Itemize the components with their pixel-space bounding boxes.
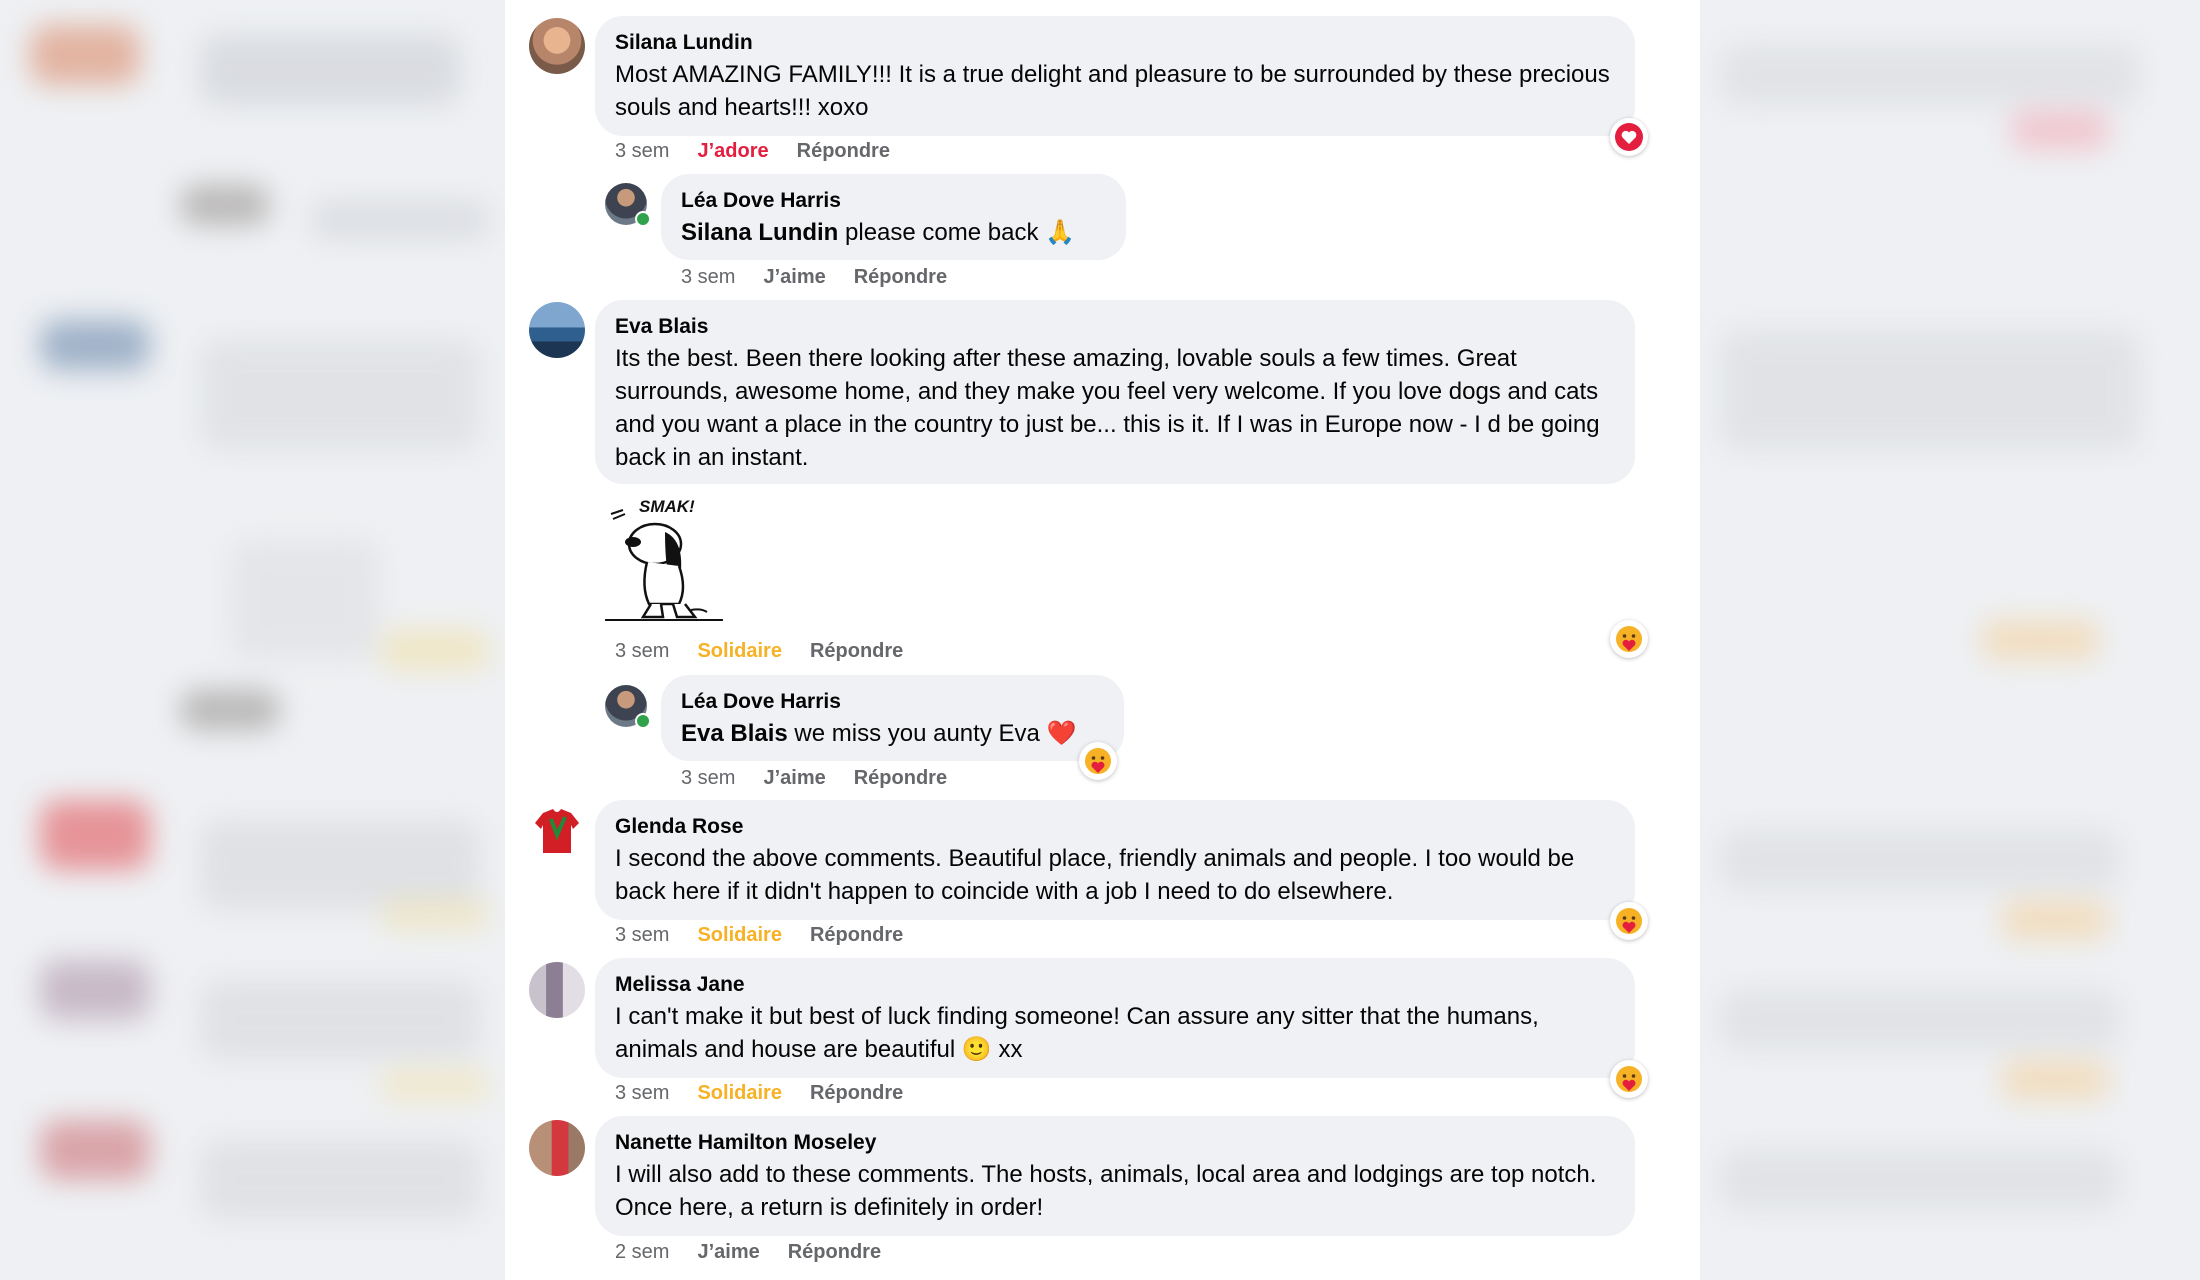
comments-panel: Silana Lundin Most AMAZING FAMILY!!! It … [505, 0, 1700, 1280]
reaction-button[interactable]: Solidaire [697, 923, 781, 947]
blurred-background-left [0, 0, 505, 1280]
timestamp: 3 sem [615, 640, 670, 662]
comment-bubble: Eva Blais Its the best. Been there looki… [595, 300, 1635, 484]
comment-bubble: Léa Dove Harris Silana Lundin please com… [661, 174, 1126, 260]
care-reaction-icon[interactable] [1610, 1060, 1648, 1098]
comment-meta: 3 sem J’aime Répondre [681, 766, 947, 790]
comment-text: I will also add to these comments. The h… [615, 1161, 1597, 1221]
comment-meta: 3 sem J’aime Répondre [681, 265, 947, 289]
mention-link[interactable]: Eva Blais [681, 720, 788, 747]
comment-author[interactable]: Léa Dove Harris [681, 689, 1104, 715]
avatar[interactable] [529, 18, 585, 74]
comment-author[interactable]: Nanette Hamilton Moseley [615, 1130, 1615, 1156]
comment-author[interactable]: Silana Lundin [615, 30, 1615, 56]
reaction-button[interactable]: Solidaire [697, 1081, 781, 1105]
care-reaction-icon[interactable] [1610, 620, 1648, 658]
sticker-caption: SMAK! [639, 497, 695, 516]
timestamp: 3 sem [681, 266, 736, 288]
comment-text: I second the above comments. Beautiful p… [615, 845, 1575, 905]
comment-bubble: Silana Lundin Most AMAZING FAMILY!!! It … [595, 16, 1635, 136]
comment-bubble: Glenda Rose I second the above comments.… [595, 800, 1635, 920]
comment-author[interactable]: Eva Blais [615, 314, 1615, 340]
comment-author[interactable]: Melissa Jane [615, 972, 1615, 998]
timestamp: 2 sem [615, 1241, 670, 1263]
timestamp: 3 sem [615, 1082, 670, 1104]
comment-meta: 3 sem Solidaire Répondre [615, 1081, 903, 1105]
online-status-icon [635, 211, 651, 227]
reply-button[interactable]: Répondre [788, 1240, 881, 1264]
comment-author[interactable]: Glenda Rose [615, 814, 1615, 840]
love-reaction-icon[interactable] [1610, 118, 1648, 156]
comment-author[interactable]: Léa Dove Harris [681, 188, 1106, 214]
like-button[interactable]: J’aime [697, 1240, 759, 1264]
reaction-button[interactable]: J’adore [697, 139, 768, 163]
reply-button[interactable]: Répondre [810, 923, 903, 947]
blurred-background-right [1700, 0, 2200, 1280]
comment-meta: 2 sem J’aime Répondre [615, 1240, 881, 1264]
like-button[interactable]: J’aime [763, 766, 825, 790]
comment-text: I can't make it but best of luck finding… [615, 1003, 1539, 1063]
reply-button[interactable]: Répondre [854, 766, 947, 790]
timestamp: 3 sem [615, 924, 670, 946]
mention-link[interactable]: Silana Lundin [681, 219, 838, 246]
comment-meta: 3 sem Solidaire Répondre [615, 923, 903, 947]
reply-button[interactable]: Répondre [797, 139, 890, 163]
comment-text-body: please come back 🙏 [838, 219, 1076, 246]
timestamp: 3 sem [681, 767, 736, 789]
comment-meta: 3 sem J’adore Répondre [615, 139, 890, 163]
reply-button[interactable]: Répondre [854, 265, 947, 289]
care-reaction-icon[interactable] [1610, 902, 1648, 940]
avatar[interactable] [529, 962, 585, 1018]
online-status-icon [635, 713, 651, 729]
care-reaction-icon[interactable] [1079, 742, 1117, 780]
comment-text: Most AMAZING FAMILY!!! It is a true deli… [615, 61, 1610, 121]
like-button[interactable]: J’aime [763, 265, 825, 289]
snoopy-sticker[interactable]: SMAK! [603, 492, 728, 627]
comment-text: Its the best. Been there looking after t… [615, 345, 1600, 471]
avatar[interactable] [529, 1120, 585, 1176]
reaction-button[interactable]: Solidaire [697, 639, 781, 663]
comment-text-body: we miss you aunty Eva ❤️ [787, 720, 1077, 747]
comment-bubble: Melissa Jane I can't make it but best of… [595, 958, 1635, 1078]
reply-button[interactable]: Répondre [810, 639, 903, 663]
timestamp: 3 sem [615, 140, 670, 162]
comment-bubble: Nanette Hamilton Moseley I will also add… [595, 1116, 1635, 1236]
comment-bubble: Léa Dove Harris Eva Blais we miss you au… [661, 675, 1124, 761]
comment-meta: 3 sem Solidaire Répondre [615, 639, 903, 663]
avatar[interactable] [529, 302, 585, 358]
avatar[interactable] [529, 803, 585, 859]
comment-text: Eva Blais we miss you aunty Eva ❤️ [681, 717, 1104, 750]
reply-button[interactable]: Répondre [810, 1081, 903, 1105]
comment-text: Silana Lundin please come back 🙏 [681, 216, 1106, 249]
